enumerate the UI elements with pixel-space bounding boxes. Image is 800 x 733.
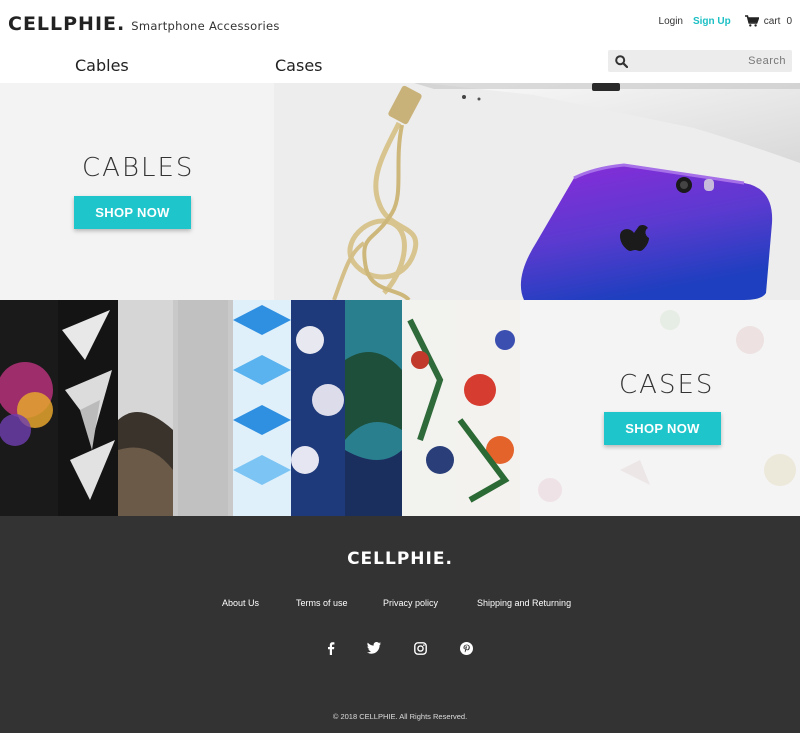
hero-cables-title: CABLES xyxy=(82,153,195,183)
search-input[interactable] xyxy=(632,50,792,72)
search-icon[interactable] xyxy=(610,50,632,72)
brand[interactable]: CELLPHIE. Smartphone Accessories xyxy=(8,13,280,35)
search-bar xyxy=(608,50,792,72)
footer-link-about[interactable]: About Us xyxy=(222,598,259,608)
nav-item-cases[interactable]: Cases xyxy=(275,56,323,75)
instagram-icon[interactable] xyxy=(412,640,428,656)
site-footer: CELLPHIE. About Us Terms of use Privacy … xyxy=(0,516,800,733)
shop-cables-button[interactable]: SHOP NOW xyxy=(74,196,191,229)
cart-link[interactable]: cart 0 xyxy=(744,15,792,27)
footer-link-terms[interactable]: Terms of use xyxy=(296,598,348,608)
signup-link[interactable]: Sign Up xyxy=(693,16,731,27)
account-links: Login Sign Up cart 0 xyxy=(659,15,792,27)
cable-product-photo xyxy=(274,83,800,300)
footer-link-privacy[interactable]: Privacy policy xyxy=(383,598,438,608)
cases-product-photo xyxy=(0,300,520,516)
login-link[interactable]: Login xyxy=(659,16,683,27)
pinterest-icon[interactable] xyxy=(458,640,474,656)
site-header: CELLPHIE. Smartphone Accessories Login S… xyxy=(0,0,800,83)
footer-link-shipping[interactable]: Shipping and Returning xyxy=(477,598,571,608)
brand-tagline: Smartphone Accessories xyxy=(131,19,280,33)
shop-cases-button[interactable]: SHOP NOW xyxy=(604,412,721,445)
hero-cases-title: CASES xyxy=(619,370,715,400)
nav-item-cables[interactable]: Cables xyxy=(75,56,129,75)
facebook-icon[interactable] xyxy=(323,640,339,656)
cart-count: 0 xyxy=(786,15,792,27)
brand-logo[interactable]: CELLPHIE. xyxy=(8,13,125,35)
hero-cables: CABLES SHOP NOW xyxy=(0,83,800,300)
cases-backdrop xyxy=(520,300,800,516)
copyright-text: © 2018 CELLPHIE. All Rights Reserved. xyxy=(332,712,468,721)
twitter-icon[interactable] xyxy=(366,640,382,656)
footer-logo[interactable]: CELLPHIE. xyxy=(0,549,800,569)
hero-cases: CASES SHOP NOW xyxy=(0,300,800,516)
cart-icon xyxy=(744,15,759,27)
cart-label: cart xyxy=(763,15,781,27)
